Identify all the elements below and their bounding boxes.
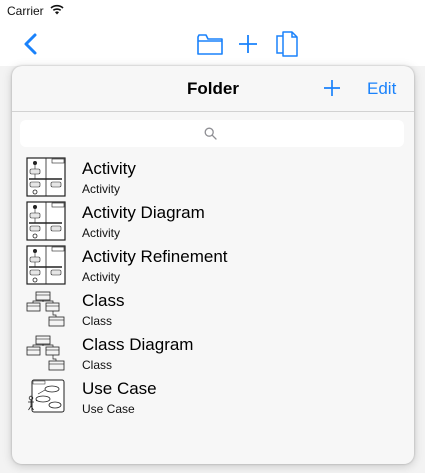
item-subtitle: Activity — [82, 182, 121, 196]
item-subtitle: Class — [82, 358, 113, 372]
plus-icon[interactable] — [236, 30, 260, 58]
item-title: Class Diagram — [82, 335, 194, 354]
item-title: Activity — [82, 159, 136, 178]
folder-icon[interactable] — [196, 30, 224, 58]
edit-button[interactable]: Edit — [367, 79, 396, 99]
status-bar: Carrier — [0, 0, 425, 22]
documents-icon[interactable] — [275, 30, 299, 58]
item-title: Use Case — [82, 379, 157, 398]
item-subtitle: Class — [82, 314, 113, 328]
item-subtitle: Use Case — [82, 402, 135, 416]
item-subtitle: Activity — [82, 270, 121, 284]
chevron-left-icon[interactable] — [20, 31, 42, 57]
use-case-diagram-icon — [28, 379, 65, 413]
list-item-activity-refinement[interactable]: Activity Refinement Activity — [12, 242, 414, 286]
activity-diagram-icon — [26, 245, 66, 285]
list-item-class[interactable]: Class Class — [12, 286, 414, 330]
add-icon[interactable] — [322, 78, 342, 98]
popover-title: Folder — [187, 79, 239, 98]
folder-popover: Folder Edit Activity Activity Activity D… — [12, 66, 414, 464]
carrier-label: Carrier — [7, 4, 44, 18]
list-item-class-diagram[interactable]: Class Diagram Class — [12, 330, 414, 374]
list-item-activity[interactable]: Activity Activity — [12, 154, 414, 198]
popover-header: Folder Edit — [12, 66, 414, 112]
document-list: Activity Activity Activity Diagram Activ… — [12, 154, 414, 418]
activity-diagram-icon — [26, 201, 66, 241]
item-title: Activity Refinement — [82, 247, 228, 266]
list-item-activity-diagram[interactable]: Activity Diagram Activity — [12, 198, 414, 242]
class-diagram-icon — [26, 291, 65, 327]
search-bar — [20, 120, 404, 147]
activity-diagram-icon — [26, 157, 66, 197]
item-subtitle: Activity — [82, 226, 121, 240]
search-input[interactable] — [20, 120, 404, 147]
class-diagram-icon — [26, 335, 65, 371]
list-item-use-case[interactable]: Use Case Use Case — [12, 374, 414, 418]
navigation-bar — [0, 22, 425, 66]
wifi-icon — [50, 4, 64, 15]
item-title: Class — [82, 291, 125, 310]
item-title: Activity Diagram — [82, 203, 205, 222]
